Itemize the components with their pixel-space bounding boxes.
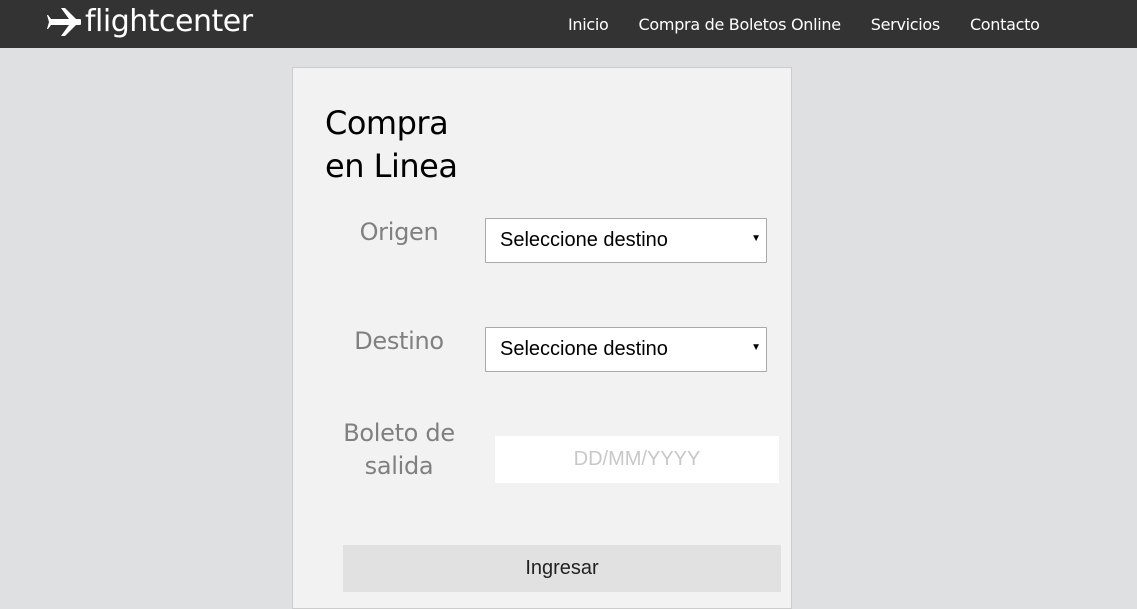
- nav-link-compra-boletos[interactable]: Compra de Boletos Online: [639, 15, 842, 34]
- submit-button[interactable]: Ingresar: [343, 545, 781, 592]
- brand-logo[interactable]: flightcenter: [47, 2, 253, 42]
- form-title-line2: en Linea: [325, 147, 458, 185]
- departure-label-line2: salida: [364, 452, 434, 480]
- form-title: Compra en Linea: [325, 102, 475, 188]
- purchase-form-card: Compra en Linea Origen Seleccione destin…: [292, 67, 792, 609]
- chevron-down-icon: ▼: [751, 342, 761, 353]
- origin-select[interactable]: Seleccione destino ▼: [485, 218, 767, 263]
- chevron-down-icon: ▼: [751, 233, 761, 244]
- nav-link-inicio[interactable]: Inicio: [568, 15, 609, 34]
- brand-name: flightcenter: [85, 4, 253, 39]
- main-nav: Inicio Compra de Boletos Online Servicio…: [568, 0, 1070, 48]
- departure-date-input[interactable]: [495, 436, 779, 483]
- departure-label: Boleto de salida: [335, 417, 463, 483]
- destination-select-value: Seleccione destino: [500, 338, 668, 360]
- nav-link-servicios[interactable]: Servicios: [871, 15, 940, 34]
- destination-label: Destino: [354, 327, 444, 355]
- origin-label: Origen: [359, 218, 439, 246]
- form-title-line1: Compra: [325, 104, 449, 142]
- origin-select-value: Seleccione destino: [500, 229, 668, 251]
- departure-label-line1: Boleto de: [343, 419, 455, 447]
- airplane-icon: [47, 6, 81, 38]
- top-navbar: flightcenter Inicio Compra de Boletos On…: [0, 0, 1137, 48]
- destination-select[interactable]: Seleccione destino ▼: [485, 327, 767, 372]
- nav-link-contacto[interactable]: Contacto: [970, 15, 1040, 34]
